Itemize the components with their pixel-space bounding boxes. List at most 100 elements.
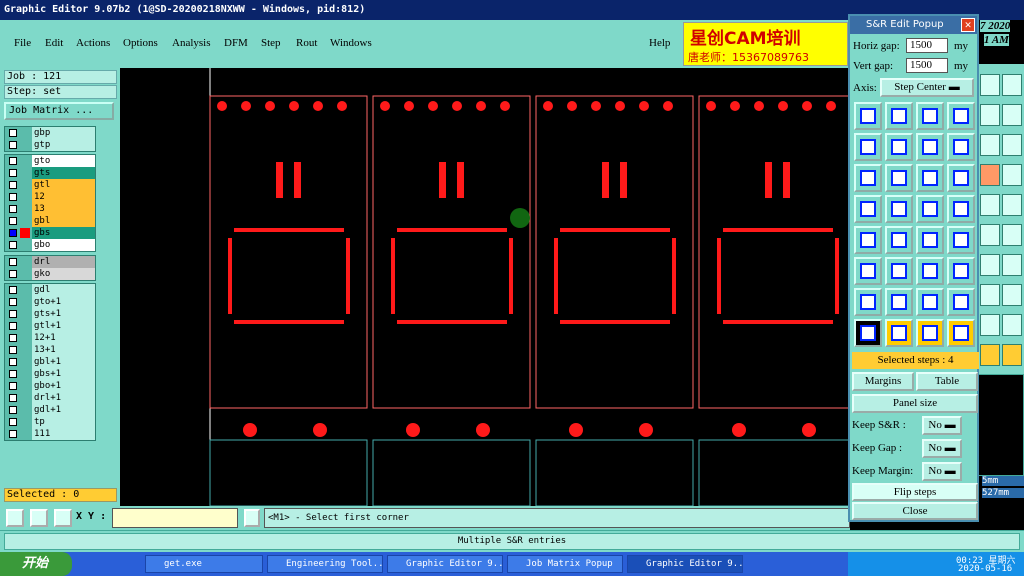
menu-options[interactable]: Options [123,37,158,49]
layer-row[interactable]: gbo [5,239,95,251]
layer-checkbox[interactable] [9,286,17,294]
menu-file[interactable]: File [14,37,31,49]
layer-row[interactable]: drl [5,256,95,268]
layout-option-button[interactable] [854,195,882,223]
layer-row[interactable]: 111 [5,428,95,440]
layer-checkbox[interactable] [9,406,17,414]
layer-checkbox[interactable] [9,169,17,177]
layout-option-button[interactable] [885,102,913,130]
layer-row[interactable]: gtp [5,139,95,151]
layout-option-button[interactable] [885,133,913,161]
layer-row[interactable]: tp [5,416,95,428]
layer-checkbox[interactable] [9,346,17,354]
table-button[interactable]: Table [916,372,978,391]
tool-button[interactable] [980,344,1000,366]
layer-checkbox[interactable] [9,310,17,318]
layer-row[interactable]: gtl+1 [5,320,95,332]
layout-option-button[interactable] [916,195,944,223]
layout-option-button[interactable] [885,319,913,347]
task-job-matrix[interactable]: Job Matrix Popup [507,555,623,573]
task-engineering[interactable]: Engineering Tool... [267,555,383,573]
layer-row[interactable]: gto+1 [5,296,95,308]
menu-actions[interactable]: Actions [76,37,110,49]
layout-option-button[interactable] [854,226,882,254]
layout-option-button[interactable] [916,133,944,161]
tool-button[interactable] [1002,344,1022,366]
task-graphic-editor-1[interactable]: Graphic Editor 9... [387,555,503,573]
margins-button[interactable]: Margins [852,372,914,391]
menu-help[interactable]: Help [649,37,670,49]
layout-option-button[interactable] [854,288,882,316]
menu-edit[interactable]: Edit [45,37,63,49]
target-icon[interactable] [1002,194,1022,216]
help-icon[interactable] [1002,134,1022,156]
menu-dfm[interactable]: DFM [224,37,248,49]
layout-option-button[interactable] [885,195,913,223]
flip-steps-button[interactable]: Flip steps [852,483,978,501]
layout-option-button[interactable] [916,226,944,254]
layer-row[interactable]: gts+1 [5,308,95,320]
info-icon[interactable] [244,509,260,527]
task-graphic-editor-2[interactable]: Graphic Editor 9... [627,555,743,573]
layer-checkbox[interactable] [9,141,17,149]
layer-row[interactable]: gbo+1 [5,380,95,392]
tool-button[interactable] [1002,74,1022,96]
layout-option-button[interactable] [885,164,913,192]
layer-row[interactable]: gto [5,155,95,167]
menu-step[interactable]: Step [261,37,281,49]
layer-checkbox[interactable] [9,322,17,330]
layout-option-button[interactable] [916,288,944,316]
axis-select[interactable]: Step Center ▬ [880,78,974,97]
layer-checkbox[interactable] [9,241,17,249]
layer-row[interactable]: gbl+1 [5,356,95,368]
layer-row[interactable]: gts [5,167,95,179]
layer-row[interactable]: 12+1 [5,332,95,344]
tool-button[interactable] [980,134,1000,156]
layout-option-button[interactable] [854,102,882,130]
layer-row[interactable]: 13 [5,203,95,215]
layer-row[interactable]: gbp [5,127,95,139]
menu-rout[interactable]: Rout [296,37,317,49]
layout-option-button[interactable] [885,257,913,285]
tool-button[interactable] [980,254,1000,276]
tool-button[interactable] [1002,284,1022,306]
close-icon[interactable]: ✕ [961,18,975,32]
layout-option-button[interactable] [947,102,975,130]
layer-row-active[interactable]: gbs [5,227,95,239]
start-button[interactable]: 开始 [0,552,72,576]
layer-checkbox[interactable] [9,157,17,165]
layer-checkbox[interactable] [9,181,17,189]
keep-gap-select[interactable]: No ▬ [922,439,962,458]
tool-button[interactable] [1002,254,1022,276]
zoom-icon[interactable] [6,509,24,527]
measure-icon[interactable] [30,509,48,527]
layer-checkbox[interactable] [9,217,17,225]
tool-button[interactable] [980,284,1000,306]
menu-analysis[interactable]: Analysis [172,37,211,49]
layer-row[interactable]: 12 [5,191,95,203]
job-matrix-button[interactable]: Job Matrix ... [4,102,114,120]
layer-checkbox[interactable] [9,270,17,278]
tool-button[interactable] [980,104,1000,126]
vert-gap-input[interactable]: 1500 [906,58,948,73]
layout-option-button[interactable] [947,133,975,161]
xy-input[interactable] [112,508,238,528]
layout-option-button[interactable] [916,164,944,192]
layout-option-button[interactable] [947,288,975,316]
tool-button[interactable] [1002,104,1022,126]
layout-option-button[interactable] [885,288,913,316]
layer-row[interactable]: gbs+1 [5,368,95,380]
layout-option-button[interactable] [885,226,913,254]
layer-checkbox[interactable] [9,358,17,366]
layout-option-button[interactable] [947,226,975,254]
layer-checkbox[interactable] [9,205,17,213]
layer-checkbox[interactable] [9,430,17,438]
layer-checkbox[interactable] [9,418,17,426]
layout-option-button[interactable] [854,133,882,161]
layout-option-button[interactable] [916,257,944,285]
layout-option-button[interactable] [916,319,944,347]
layout-option-button[interactable] [854,164,882,192]
layer-row[interactable]: gdl+1 [5,404,95,416]
layer-checkbox[interactable] [9,129,17,137]
task-get[interactable]: get.exe [145,555,263,573]
